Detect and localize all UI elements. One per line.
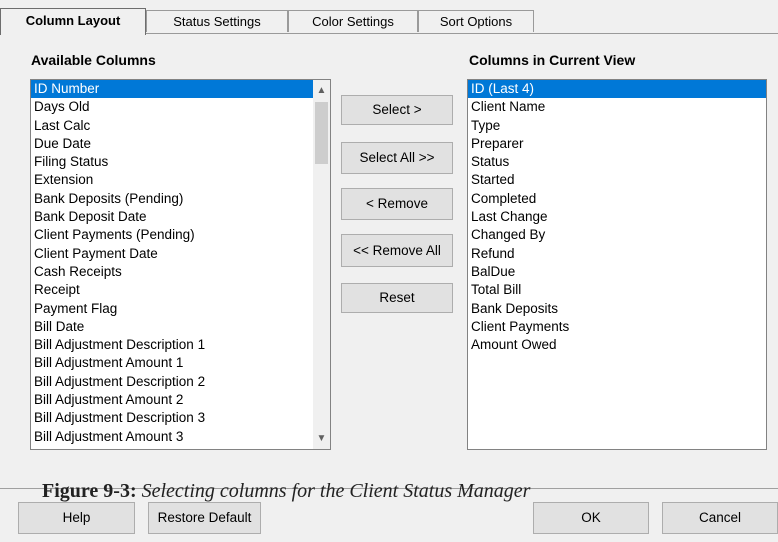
select-all-button-label: Select All >> bbox=[359, 150, 435, 165]
reset-button[interactable]: Reset bbox=[341, 283, 453, 313]
list-item[interactable]: Client Payment Date bbox=[31, 245, 330, 263]
list-item[interactable]: Completed bbox=[468, 190, 766, 208]
list-item[interactable]: Filing Status bbox=[31, 153, 330, 171]
ok-button[interactable]: OK bbox=[533, 502, 649, 534]
list-item[interactable]: Extension bbox=[31, 171, 330, 189]
tab-bar: Column Layout Status Settings Color Sett… bbox=[0, 0, 778, 35]
scroll-up-icon[interactable]: ▲ bbox=[313, 82, 330, 99]
available-scrollbar[interactable]: ▲ ▼ bbox=[313, 80, 330, 449]
tab-status-settings[interactable]: Status Settings bbox=[146, 10, 288, 32]
list-item[interactable]: Days Old bbox=[31, 98, 330, 116]
available-columns-label: Available Columns bbox=[31, 52, 156, 68]
list-item[interactable]: Receipt bbox=[31, 281, 330, 299]
list-item[interactable]: Client Payments bbox=[468, 318, 766, 336]
list-item[interactable]: Client Name bbox=[468, 98, 766, 116]
list-item[interactable]: Bill Adjustment Amount 2 bbox=[31, 391, 330, 409]
remove-all-button[interactable]: << Remove All bbox=[341, 234, 453, 267]
current-columns-label: Columns in Current View bbox=[469, 52, 636, 68]
list-item[interactable]: Last Calc bbox=[31, 117, 330, 135]
list-item[interactable]: Cash Receipts bbox=[31, 263, 330, 281]
list-item[interactable]: ID Number bbox=[31, 80, 330, 99]
cancel-button-label: Cancel bbox=[698, 510, 742, 525]
available-columns-list[interactable]: ID Number Days Old Last Calc Due Date Filing… bbox=[30, 79, 331, 450]
scroll-down-icon[interactable]: ▼ bbox=[313, 430, 330, 447]
list-item[interactable]: BalDue bbox=[468, 263, 766, 281]
list-item[interactable]: ID (Last 4) bbox=[468, 80, 766, 99]
list-item[interactable]: Bill Date bbox=[31, 318, 330, 336]
list-item[interactable]: Last Change bbox=[468, 208, 766, 226]
cancel-button[interactable]: Cancel bbox=[662, 502, 778, 534]
available-columns-items: ID Number Days Old Last Calc Due Date Filing… bbox=[31, 80, 330, 446]
list-item[interactable]: Bill Adjustment Description 2 bbox=[31, 373, 330, 391]
list-item[interactable]: Preparer bbox=[468, 135, 766, 153]
ok-button-label: OK bbox=[581, 510, 601, 525]
list-item[interactable]: Bank Deposit Date bbox=[31, 208, 330, 226]
list-item[interactable]: Status bbox=[468, 153, 766, 171]
help-button[interactable]: Help bbox=[18, 502, 135, 534]
list-item[interactable]: Bank Deposits bbox=[468, 300, 766, 318]
scroll-thumb[interactable] bbox=[315, 102, 328, 164]
restore-default-button-label: Restore Default bbox=[157, 510, 252, 525]
list-item[interactable]: Bank Deposits (Pending) bbox=[31, 190, 330, 208]
remove-button-label: < Remove bbox=[366, 196, 428, 211]
list-item[interactable]: Bill Adjustment Description 1 bbox=[31, 336, 330, 354]
remove-all-button-label: << Remove All bbox=[353, 243, 441, 258]
list-item[interactable]: Changed By bbox=[468, 226, 766, 244]
restore-default-button[interactable]: Restore Default bbox=[148, 502, 261, 534]
figure-number: Figure 9-3: bbox=[42, 480, 137, 502]
figure-caption-text: Selecting columns for the Client Status … bbox=[136, 480, 531, 502]
list-item[interactable]: Due Date bbox=[31, 135, 330, 153]
list-item[interactable]: Bill Adjustment Description 3 bbox=[31, 409, 330, 427]
select-all-button[interactable]: Select All >> bbox=[341, 142, 453, 174]
help-button-label: Help bbox=[62, 510, 91, 525]
tab-color-settings[interactable]: Color Settings bbox=[288, 10, 418, 32]
list-item[interactable]: Refund bbox=[468, 245, 766, 263]
select-button-label: Select > bbox=[372, 102, 422, 117]
list-item[interactable]: Client Payments (Pending) bbox=[31, 226, 330, 244]
list-item[interactable]: Total Bill bbox=[468, 281, 766, 299]
tab-column-layout[interactable]: Column Layout bbox=[0, 8, 146, 35]
reset-button-label: Reset bbox=[379, 290, 415, 305]
remove-button[interactable]: < Remove bbox=[341, 188, 453, 220]
list-item[interactable]: Payment Flag bbox=[31, 300, 330, 318]
list-item[interactable]: Bill Adjustment Amount 1 bbox=[31, 354, 330, 372]
tab-sort-options[interactable]: Sort Options bbox=[418, 10, 534, 32]
list-item[interactable]: Type bbox=[468, 117, 766, 135]
select-button[interactable]: Select > bbox=[341, 95, 453, 125]
list-item[interactable]: Started bbox=[468, 171, 766, 189]
list-item[interactable]: Amount Owed bbox=[468, 336, 766, 354]
current-columns-list[interactable]: ID (Last 4) Client Name Type Preparer Status… bbox=[467, 79, 767, 450]
figure-caption: Figure 9-3: Selecting columns for the Cl… bbox=[42, 480, 530, 503]
list-item[interactable]: Bill Adjustment Amount 3 bbox=[31, 428, 330, 446]
current-columns-items: ID (Last 4) Client Name Type Preparer Status… bbox=[468, 80, 766, 354]
